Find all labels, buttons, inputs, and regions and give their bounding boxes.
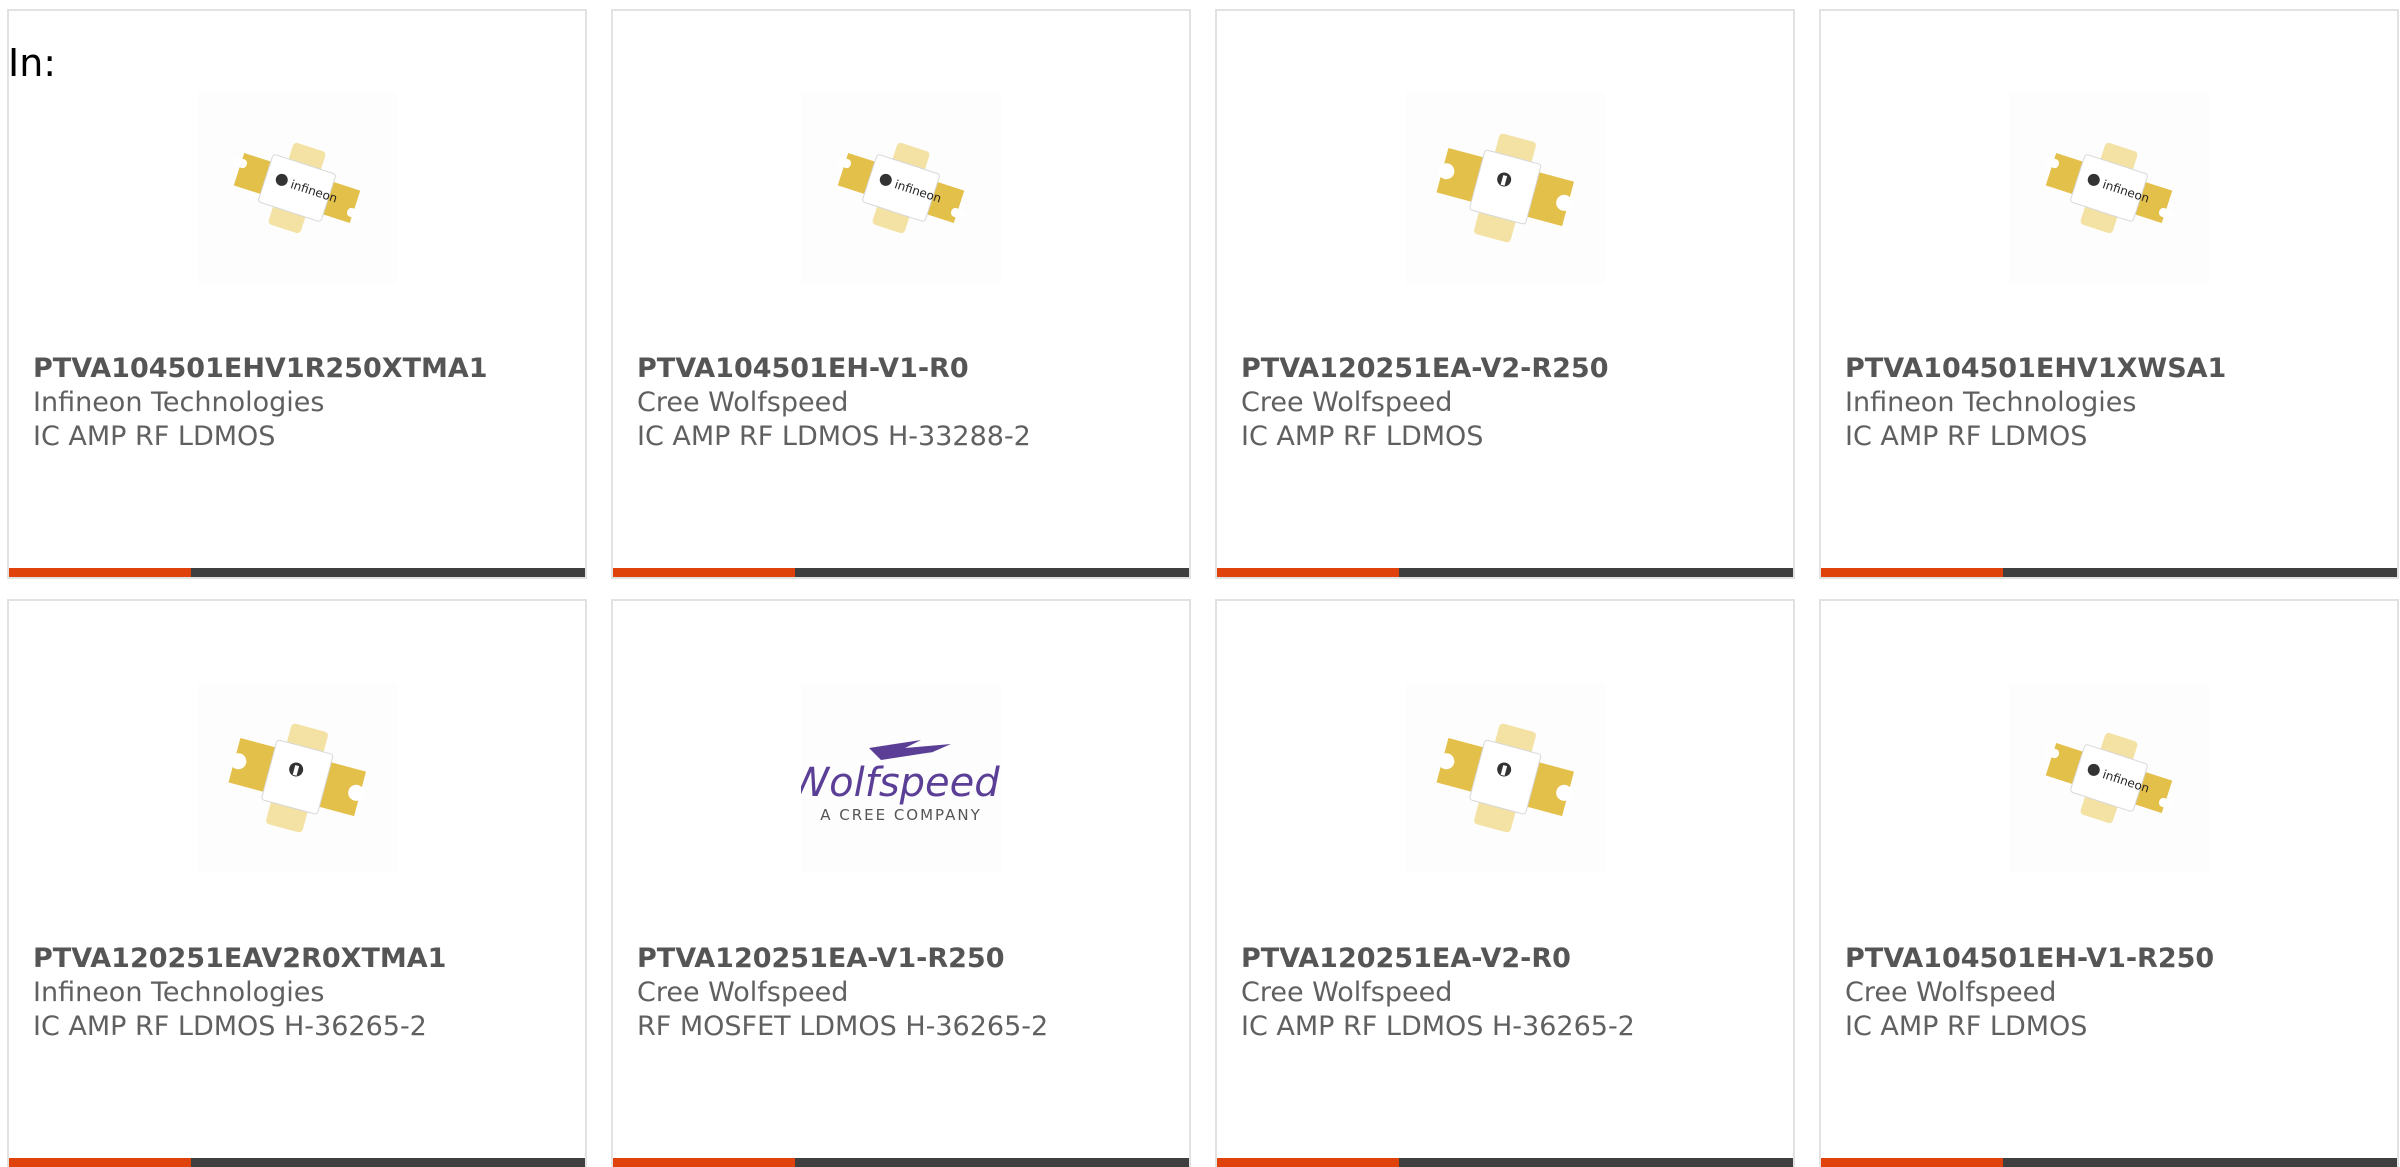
product-image: Wolfspeed. A CREE COMPANY bbox=[801, 683, 1001, 873]
manufacturer: Cree Wolfspeed bbox=[637, 387, 849, 418]
card-accent bbox=[1217, 568, 1399, 577]
product-image bbox=[197, 683, 397, 873]
manufacturer: Cree Wolfspeed bbox=[1241, 387, 1453, 418]
card-bottom-bar bbox=[9, 1158, 585, 1167]
product-card[interactable]: infineon PTVA104501EH-V1-R0 Cree Wolfspe… bbox=[611, 9, 1191, 579]
part-number[interactable]: PTVA120251EAV2R0XTMA1 bbox=[33, 942, 569, 976]
card-accent bbox=[9, 568, 191, 577]
card-bottom-bar bbox=[613, 568, 1189, 577]
product-card[interactable]: infineon PTVA104501EHV1XWSA1 Infineon Te… bbox=[1819, 9, 2399, 579]
infineon-package-icon: infineon bbox=[2045, 142, 2173, 234]
description: IC AMP RF LDMOS H-33288-2 bbox=[637, 421, 1031, 452]
product-card[interactable]: PTVA120251EAV2R0XTMA1 Infineon Technolog… bbox=[7, 599, 587, 1167]
description: IC AMP RF LDMOS bbox=[1241, 421, 1484, 452]
product-card[interactable]: PTVA120251EA-V2-R250 Cree Wolfspeed IC A… bbox=[1215, 9, 1795, 579]
infineon-package-earless-icon bbox=[1436, 133, 1574, 243]
card-bottom-bar bbox=[1821, 1158, 2397, 1167]
card-accent bbox=[1821, 1158, 2003, 1167]
manufacturer: Cree Wolfspeed bbox=[1845, 977, 2057, 1008]
wolfspeed-logo-tagline: A CREE COMPANY bbox=[820, 806, 982, 824]
infineon-package-icon: infineon bbox=[2045, 732, 2173, 824]
product-image: infineon bbox=[801, 93, 1001, 283]
product-image bbox=[1405, 93, 1605, 283]
wolfspeed-logo-text: Wolfspeed. bbox=[801, 760, 1001, 806]
product-card[interactable]: PTVA120251EA-V2-R0 Cree Wolfspeed IC AMP… bbox=[1215, 599, 1795, 1167]
card-accent bbox=[1217, 1158, 1399, 1167]
product-grid: infineon PTVA104501EHV1R250XTMA1 Infineo… bbox=[7, 9, 2400, 1167]
card-bottom-bar bbox=[1821, 568, 2397, 577]
product-image: infineon bbox=[197, 93, 397, 283]
part-number[interactable]: PTVA120251EA-V2-R0 bbox=[1241, 942, 1777, 976]
product-image: infineon bbox=[2009, 93, 2209, 283]
description: IC AMP RF LDMOS H-36265-2 bbox=[33, 1011, 427, 1042]
manufacturer: Infineon Technologies bbox=[33, 977, 325, 1008]
product-card[interactable]: infineon PTVA104501EH-V1-R250 Cree Wolfs… bbox=[1819, 599, 2399, 1167]
card-accent bbox=[1821, 568, 2003, 577]
part-number[interactable]: PTVA104501EHV1R250XTMA1 bbox=[33, 352, 569, 386]
description: RF MOSFET LDMOS H-36265-2 bbox=[637, 1011, 1049, 1042]
card-bottom-bar bbox=[613, 1158, 1189, 1167]
product-image: infineon bbox=[2009, 683, 2209, 873]
part-number[interactable]: PTVA104501EHV1XWSA1 bbox=[1845, 352, 2381, 386]
description: IC AMP RF LDMOS bbox=[33, 421, 276, 452]
wolfspeed-logo: Wolfspeed. A CREE COMPANY bbox=[801, 740, 1001, 824]
card-bottom-bar bbox=[1217, 1158, 1793, 1167]
product-card[interactable]: infineon PTVA104501EHV1R250XTMA1 Infineo… bbox=[7, 9, 587, 579]
part-number[interactable]: PTVA120251EA-V1-R250 bbox=[637, 942, 1173, 976]
part-number[interactable]: PTVA104501EH-V1-R250 bbox=[1845, 942, 2381, 976]
infineon-package-icon: infineon bbox=[837, 142, 965, 234]
card-accent bbox=[613, 568, 795, 577]
description: IC AMP RF LDMOS bbox=[1845, 421, 2088, 452]
product-image bbox=[1405, 683, 1605, 873]
filter-label: In: bbox=[8, 41, 57, 85]
card-bottom-bar bbox=[9, 568, 585, 577]
card-accent bbox=[613, 1158, 795, 1167]
product-card[interactable]: Wolfspeed. A CREE COMPANY PTVA120251EA-V… bbox=[611, 599, 1191, 1167]
card-accent bbox=[9, 1158, 191, 1167]
manufacturer: Cree Wolfspeed bbox=[637, 977, 849, 1008]
product-results-page: In: infineon PTVA104501EHV1R250XTMA1 Inf… bbox=[0, 0, 2400, 1167]
manufacturer: Infineon Technologies bbox=[1845, 387, 2137, 418]
description: IC AMP RF LDMOS H-36265-2 bbox=[1241, 1011, 1635, 1042]
infineon-package-earless-icon bbox=[1436, 723, 1574, 833]
manufacturer: Infineon Technologies bbox=[33, 387, 325, 418]
description: IC AMP RF LDMOS bbox=[1845, 1011, 2088, 1042]
card-bottom-bar bbox=[1217, 568, 1793, 577]
part-number[interactable]: PTVA120251EA-V2-R250 bbox=[1241, 352, 1777, 386]
infineon-package-earless-icon bbox=[228, 723, 366, 833]
part-number[interactable]: PTVA104501EH-V1-R0 bbox=[637, 352, 1173, 386]
manufacturer: Cree Wolfspeed bbox=[1241, 977, 1453, 1008]
infineon-package-icon: infineon bbox=[233, 142, 361, 234]
